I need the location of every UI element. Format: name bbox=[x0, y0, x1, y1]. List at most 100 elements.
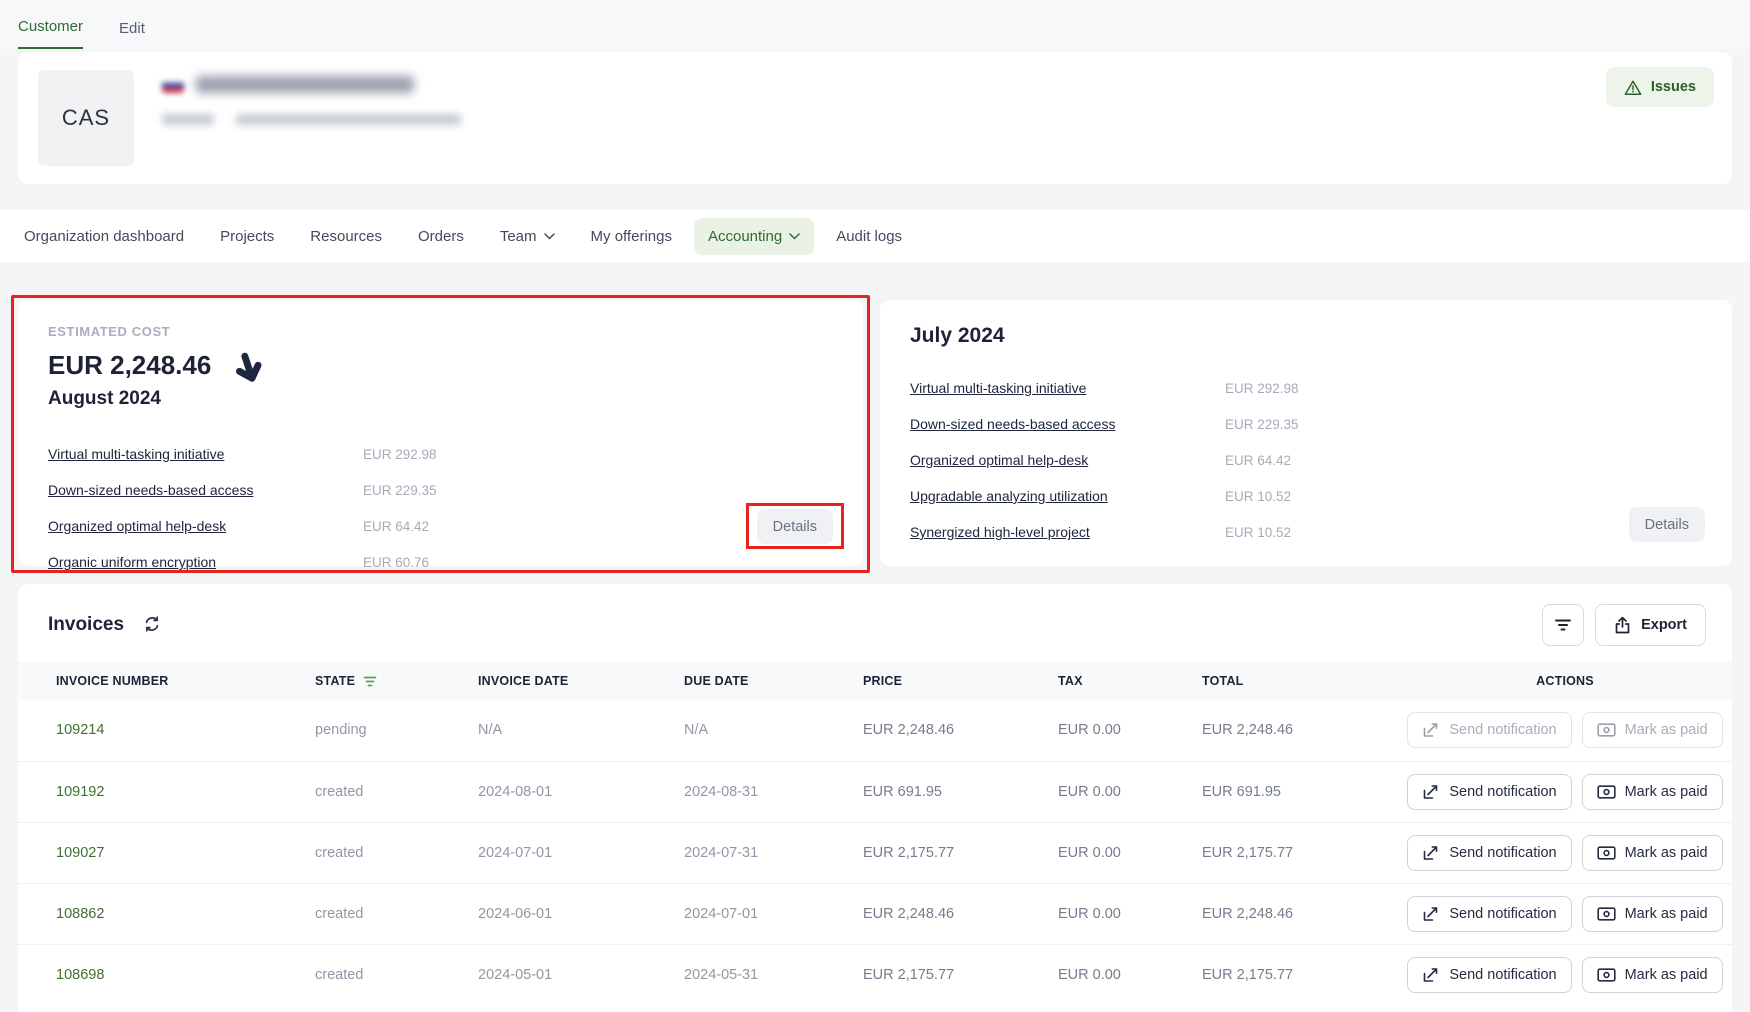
export-icon bbox=[1614, 616, 1631, 634]
mark-as-paid-button[interactable]: Mark as paid bbox=[1582, 896, 1723, 932]
invoice-date: 2024-05-01 bbox=[478, 944, 684, 1005]
details-button-wrap: Details bbox=[757, 509, 833, 544]
cost-item-row: Virtual multi-tasking initiative EUR 292… bbox=[910, 370, 1702, 406]
cost-item-link[interactable]: Down-sized needs-based access bbox=[48, 482, 363, 498]
cost-item-link[interactable]: Virtual multi-tasking initiative bbox=[910, 380, 1225, 396]
chevron-down-icon bbox=[789, 233, 800, 240]
filter-button[interactable] bbox=[1542, 604, 1584, 646]
chevron-down-icon bbox=[544, 233, 555, 240]
cost-item-row: Organized optimal help-desk EUR 64.42 bbox=[910, 442, 1702, 478]
july-items: Virtual multi-tasking initiative EUR 292… bbox=[910, 370, 1702, 550]
col-price: PRICE bbox=[863, 662, 1058, 700]
cost-item-link[interactable]: Organized optimal help-desk bbox=[910, 452, 1225, 468]
invoice-row: 109027 created 2024-07-01 2024-07-31 EUR… bbox=[18, 822, 1732, 883]
invoice-total: EUR 2,175.77 bbox=[1202, 822, 1398, 883]
refresh-button[interactable] bbox=[142, 614, 162, 636]
col-invoice-date: INVOICE DATE bbox=[478, 662, 684, 700]
cost-item-value: EUR 64.42 bbox=[363, 519, 429, 534]
tab-edit[interactable]: Edit bbox=[119, 20, 145, 49]
export-button[interactable]: Export bbox=[1595, 604, 1706, 646]
organization-email-redacted bbox=[236, 114, 461, 125]
details-button-wrap: Details bbox=[1629, 507, 1705, 542]
share-icon bbox=[1422, 722, 1440, 738]
nav-my-offerings[interactable]: My offerings bbox=[577, 218, 686, 255]
cost-item-value: EUR 64.42 bbox=[1225, 453, 1291, 468]
cost-item-link[interactable]: Upgradable analyzing utilization bbox=[910, 488, 1225, 504]
banknote-icon bbox=[1597, 846, 1616, 860]
cost-panels: ESTIMATED COST EUR 2,248.46 August 2024 … bbox=[0, 300, 1750, 566]
cost-item-link[interactable]: Down-sized needs-based access bbox=[910, 416, 1225, 432]
banknote-icon bbox=[1597, 785, 1616, 799]
send-notification-button[interactable]: Send notification bbox=[1407, 835, 1571, 871]
invoice-state: created bbox=[315, 883, 478, 944]
organization-info bbox=[162, 70, 461, 166]
invoice-price: EUR 2,175.77 bbox=[863, 944, 1058, 1005]
send-notification-button[interactable]: Send notification bbox=[1407, 957, 1571, 993]
nav-resources[interactable]: Resources bbox=[296, 218, 396, 255]
invoices-title: Invoices bbox=[48, 614, 124, 636]
july-details-button[interactable]: Details bbox=[1629, 507, 1705, 542]
invoice-row: 108698 created 2024-05-01 2024-05-31 EUR… bbox=[18, 944, 1732, 1005]
issues-button[interactable]: Issues bbox=[1606, 67, 1714, 107]
invoice-number-link[interactable]: 109192 bbox=[18, 761, 315, 822]
tab-customer[interactable]: Customer bbox=[18, 18, 83, 49]
send-notification-button[interactable]: Send notification bbox=[1407, 896, 1571, 932]
organization-name-redacted bbox=[196, 76, 414, 93]
invoice-number-link[interactable]: 109214 bbox=[18, 700, 315, 761]
estimated-cost-period: August 2024 bbox=[48, 388, 833, 410]
export-button-label: Export bbox=[1641, 617, 1687, 633]
mark-as-paid-button[interactable]: Mark as paid bbox=[1582, 712, 1723, 748]
invoice-total: EUR 2,248.46 bbox=[1202, 700, 1398, 761]
invoice-price: EUR 691.95 bbox=[863, 761, 1058, 822]
invoice-number-link[interactable]: 109027 bbox=[18, 822, 315, 883]
mark-as-paid-button[interactable]: Mark as paid bbox=[1582, 957, 1723, 993]
state-filter-icon[interactable] bbox=[363, 676, 377, 687]
invoice-tax: EUR 0.00 bbox=[1058, 883, 1202, 944]
cost-item-value: EUR 229.35 bbox=[363, 483, 437, 498]
cost-item-row: Upgradable analyzing utilization EUR 10.… bbox=[910, 478, 1702, 514]
estimate-items: Virtual multi-tasking initiative EUR 292… bbox=[48, 436, 833, 580]
nav-audit-logs[interactable]: Audit logs bbox=[822, 218, 916, 255]
customer-header-card: CAS Issues bbox=[18, 52, 1732, 184]
nav-projects[interactable]: Projects bbox=[206, 218, 288, 255]
mark-as-paid-button[interactable]: Mark as paid bbox=[1582, 774, 1723, 810]
invoice-total: EUR 2,175.77 bbox=[1202, 944, 1398, 1005]
cost-item-link[interactable]: Synergized high-level project bbox=[910, 524, 1225, 540]
due-date: 2024-07-01 bbox=[684, 883, 863, 944]
col-actions: ACTIONS bbox=[1398, 662, 1732, 700]
estimate-details-button[interactable]: Details bbox=[757, 509, 833, 544]
invoice-number-link[interactable]: 108862 bbox=[18, 883, 315, 944]
cost-item-row: Organic uniform encryption EUR 60.76 bbox=[48, 544, 833, 580]
nav-organization-dashboard[interactable]: Organization dashboard bbox=[10, 218, 198, 255]
send-notification-button[interactable]: Send notification bbox=[1407, 712, 1571, 748]
cost-item-link[interactable]: Organized optimal help-desk bbox=[48, 518, 363, 534]
col-invoice-number: INVOICE NUMBER bbox=[18, 662, 315, 700]
warning-triangle-icon bbox=[1624, 79, 1642, 96]
invoice-row: 108862 created 2024-06-01 2024-07-01 EUR… bbox=[18, 883, 1732, 944]
invoice-number-link[interactable]: 108698 bbox=[18, 944, 315, 1005]
nav-team[interactable]: Team bbox=[486, 218, 569, 255]
july-panel-title: July 2024 bbox=[910, 324, 1702, 348]
banknote-icon bbox=[1597, 907, 1616, 921]
col-total: TOTAL bbox=[1202, 662, 1398, 700]
invoice-price: EUR 2,248.46 bbox=[863, 883, 1058, 944]
cost-item-row: Organized optimal help-desk EUR 64.42 bbox=[48, 508, 833, 544]
mark-as-paid-button[interactable]: Mark as paid bbox=[1582, 835, 1723, 871]
invoice-tax: EUR 0.00 bbox=[1058, 761, 1202, 822]
share-icon bbox=[1422, 784, 1440, 800]
due-date: 2024-05-31 bbox=[684, 944, 863, 1005]
organization-abbreviation-redacted bbox=[162, 114, 214, 125]
nav-accounting[interactable]: Accounting bbox=[694, 218, 814, 255]
invoice-state: created bbox=[315, 944, 478, 1005]
country-flag-icon bbox=[162, 77, 184, 93]
invoice-total: EUR 691.95 bbox=[1202, 761, 1398, 822]
cost-item-value: EUR 292.98 bbox=[1225, 381, 1299, 396]
send-notification-button[interactable]: Send notification bbox=[1407, 774, 1571, 810]
cost-item-row: Virtual multi-tasking initiative EUR 292… bbox=[48, 436, 833, 472]
invoice-date: 2024-08-01 bbox=[478, 761, 684, 822]
cost-item-link[interactable]: Organic uniform encryption bbox=[48, 554, 363, 570]
nav-orders[interactable]: Orders bbox=[404, 218, 478, 255]
invoice-price: EUR 2,175.77 bbox=[863, 822, 1058, 883]
invoice-tax: EUR 0.00 bbox=[1058, 700, 1202, 761]
cost-item-link[interactable]: Virtual multi-tasking initiative bbox=[48, 446, 363, 462]
